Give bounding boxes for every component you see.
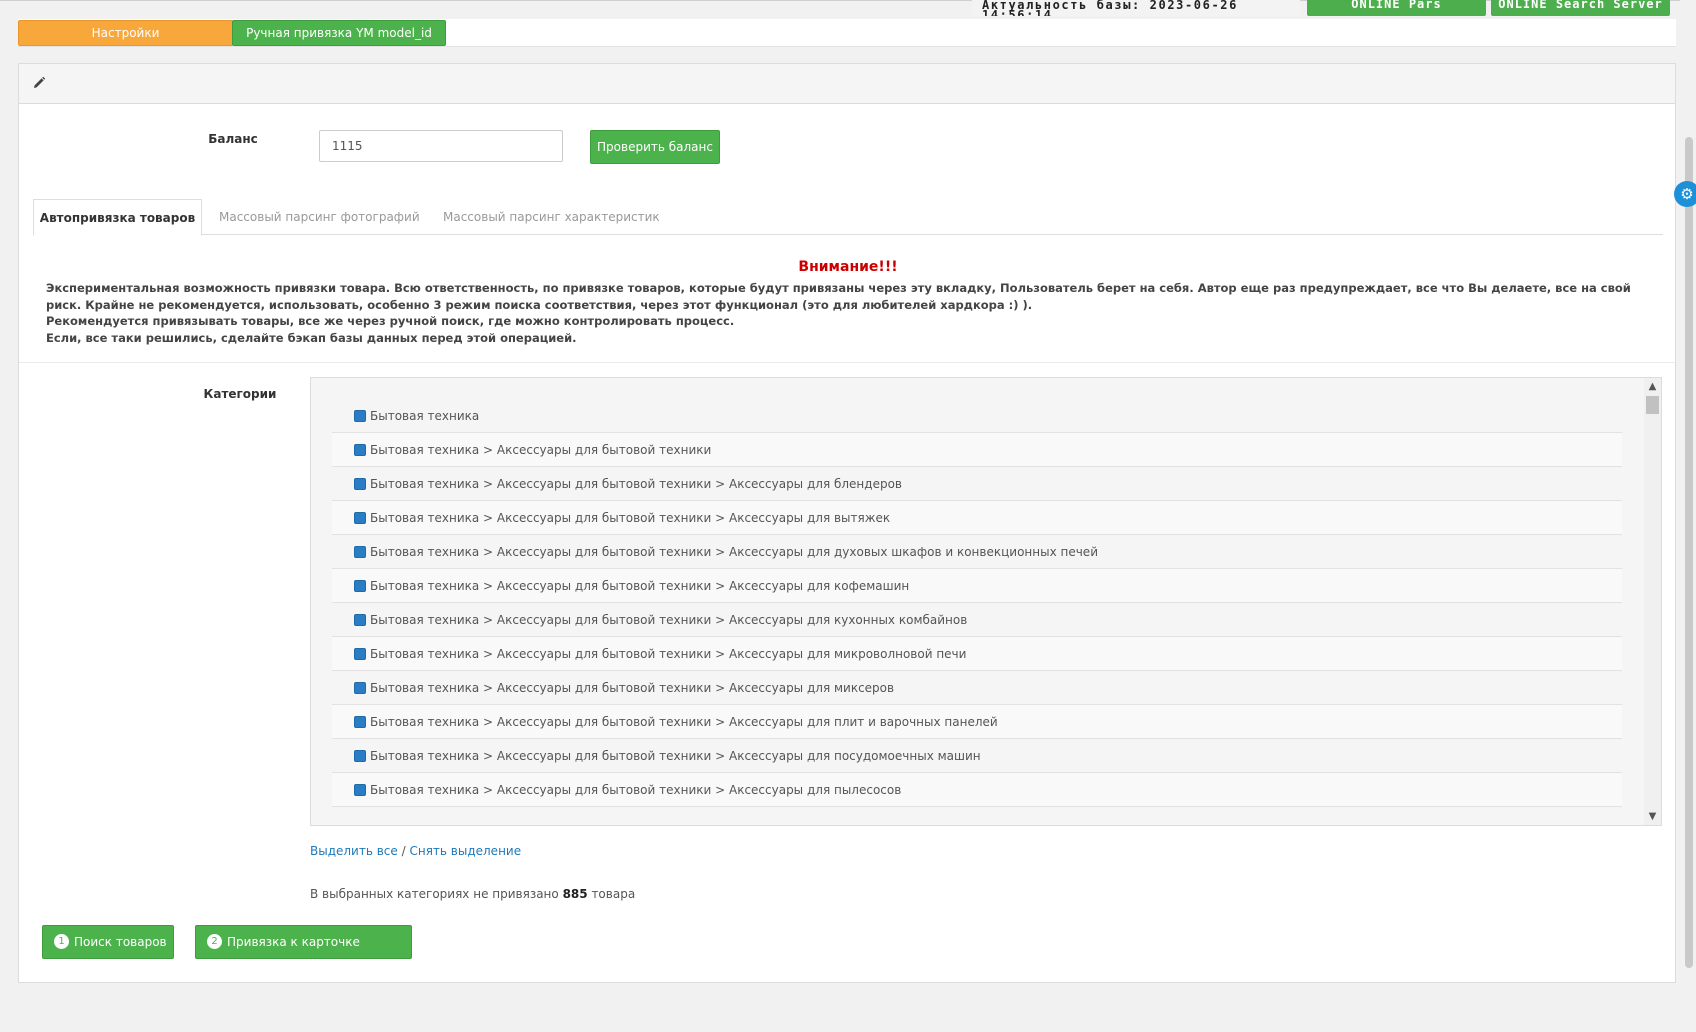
scroll-up-icon[interactable]: ▲ <box>1644 378 1661 395</box>
categories-list-box[interactable]: Бытовая техника Бытовая техника > Аксесс… <box>310 377 1662 826</box>
warning-text: Экспериментальная возможность привязки т… <box>46 280 1646 346</box>
list-item[interactable]: Бытовая техника > Аксессуары для бытовой… <box>332 535 1622 569</box>
category-label: Бытовая техника > Аксессуары для бытовой… <box>370 579 910 593</box>
panel-heading <box>19 64 1675 104</box>
bind-to-card-label: Привязка к карточке товаров <box>207 935 360 981</box>
tab-bar: Автопривязка товаров Массовый парсинг фо… <box>33 199 1663 236</box>
divider <box>19 362 1675 363</box>
category-label: Бытовая техника > Аксессуары для бытовой… <box>370 511 891 525</box>
checkbox[interactable] <box>354 648 366 660</box>
category-label: Бытовая техника > Аксессуары для бытовой… <box>370 681 895 695</box>
category-label: Бытовая техника > Аксессуары для бытовой… <box>370 715 998 729</box>
manual-binding-tab-button[interactable]: Ручная привязка YM model_id <box>232 20 446 46</box>
category-label: Бытовая техника > Аксессуары для бытовой… <box>370 749 981 763</box>
tab-auto-binding[interactable]: Автопривязка товаров <box>33 199 202 236</box>
category-label: Бытовая техника > Аксессуары для бытовой… <box>370 613 968 627</box>
bind-to-card-button[interactable]: 2 Привязка к карточке товаров <box>195 925 412 981</box>
category-label: Бытовая техника > Аксессуары для бытовой… <box>370 443 712 457</box>
count-prefix: В выбранных категориях не привязано <box>310 887 563 901</box>
step-number-badge: 2 <box>207 934 222 949</box>
scroll-down-icon[interactable]: ▼ <box>1644 808 1661 825</box>
warning-line: Экспериментальная возможность привязки т… <box>46 281 1631 312</box>
list-item[interactable]: Бытовая техника > Аксессуары для бытовой… <box>332 671 1622 705</box>
balance-input[interactable] <box>319 130 563 162</box>
selection-links: Выделить все / Снять выделение <box>310 844 521 858</box>
checkbox[interactable] <box>354 750 366 762</box>
warning-line: Рекомендуется привязывать товары, все же… <box>46 314 735 328</box>
page-scrollbar-thumb[interactable] <box>1685 137 1693 968</box>
checkbox[interactable] <box>354 444 366 456</box>
tab-specs-parsing[interactable]: Массовый парсинг характеристик <box>443 199 660 235</box>
checkbox[interactable] <box>354 682 366 694</box>
checkbox[interactable] <box>354 478 366 490</box>
gear-icon[interactable]: ⚙ <box>1674 181 1696 207</box>
checkbox[interactable] <box>354 410 366 422</box>
list-scrollbar[interactable]: ▲ ▼ <box>1644 378 1661 825</box>
list-item[interactable]: Бытовая техника > Аксессуары для бытовой… <box>332 467 1622 501</box>
checkbox[interactable] <box>354 614 366 626</box>
online-search-server-button[interactable]: ONLINE Search Server <box>1491 0 1670 16</box>
check-balance-button[interactable]: Проверить баланс <box>590 130 720 164</box>
list-item[interactable]: Бытовая техника > Аксессуары для бытовой… <box>332 603 1622 637</box>
tab-photo-parsing[interactable]: Массовый парсинг фотографий <box>219 199 420 235</box>
list-item[interactable]: Бытовая техника > Аксессуары для бытовой… <box>332 501 1622 535</box>
checkbox[interactable] <box>354 716 366 728</box>
select-all-link[interactable]: Выделить все <box>310 844 398 858</box>
checkbox[interactable] <box>354 784 366 796</box>
find-products-button[interactable]: 1 Поиск товаров <box>42 925 174 959</box>
find-products-label: Поиск товаров <box>74 935 167 949</box>
balance-label: Баланс <box>208 132 258 146</box>
category-label: Бытовая техника > Аксессуары для бытовой… <box>370 647 967 661</box>
category-label: Бытовая техника <box>370 409 480 423</box>
warning-title: Внимание!!! <box>798 259 898 275</box>
main-panel: Баланс Проверить баланс Автопривязка тов… <box>18 63 1676 983</box>
link-separator: / <box>397 844 410 858</box>
list-item[interactable]: Бытовая техника <box>332 399 1622 433</box>
checkbox[interactable] <box>354 580 366 592</box>
categories-list: Бытовая техника Бытовая техника > Аксесс… <box>332 399 1622 807</box>
page-scrollbar[interactable] <box>1680 0 1696 1032</box>
deselect-link[interactable]: Снять выделение <box>409 844 521 858</box>
checkbox[interactable] <box>354 512 366 524</box>
list-item[interactable]: Бытовая техника > Аксессуары для бытовой… <box>332 705 1622 739</box>
unbound-count-value: 885 <box>562 887 588 901</box>
checkbox[interactable] <box>354 546 366 558</box>
scrollbar-thumb[interactable] <box>1646 396 1659 414</box>
list-item[interactable]: Бытовая техника > Аксессуары для бытовой… <box>332 569 1622 603</box>
step-number-badge: 1 <box>54 934 69 949</box>
category-label: Бытовая техника > Аксессуары для бытовой… <box>370 477 902 491</box>
pencil-icon <box>34 76 46 88</box>
category-label: Бытовая техника > Аксессуары для бытовой… <box>370 545 1098 559</box>
categories-label: Категории <box>203 387 277 401</box>
unbound-count-text: В выбранных категориях не привязано 885 … <box>310 887 635 901</box>
online-pars-button[interactable]: ONLINE Pars <box>1307 0 1486 16</box>
list-item[interactable]: Бытовая техника > Аксессуары для бытовой… <box>332 773 1622 807</box>
list-item[interactable]: Бытовая техника > Аксессуары для бытовой… <box>332 433 1622 467</box>
list-item[interactable]: Бытовая техника > Аксессуары для бытовой… <box>332 739 1622 773</box>
warning-line: Если, все таки решились, сделайте бэкап … <box>46 330 577 345</box>
settings-tab-button[interactable]: Настройки <box>18 20 233 46</box>
count-suffix: товара <box>587 887 636 901</box>
category-label: Бытовая техника > Аксессуары для бытовой… <box>370 783 902 797</box>
list-item[interactable]: Бытовая техника > Аксессуары для бытовой… <box>332 637 1622 671</box>
db-status: Актуальность базы: 2023-06-26 14:56:14 <box>972 0 1300 16</box>
